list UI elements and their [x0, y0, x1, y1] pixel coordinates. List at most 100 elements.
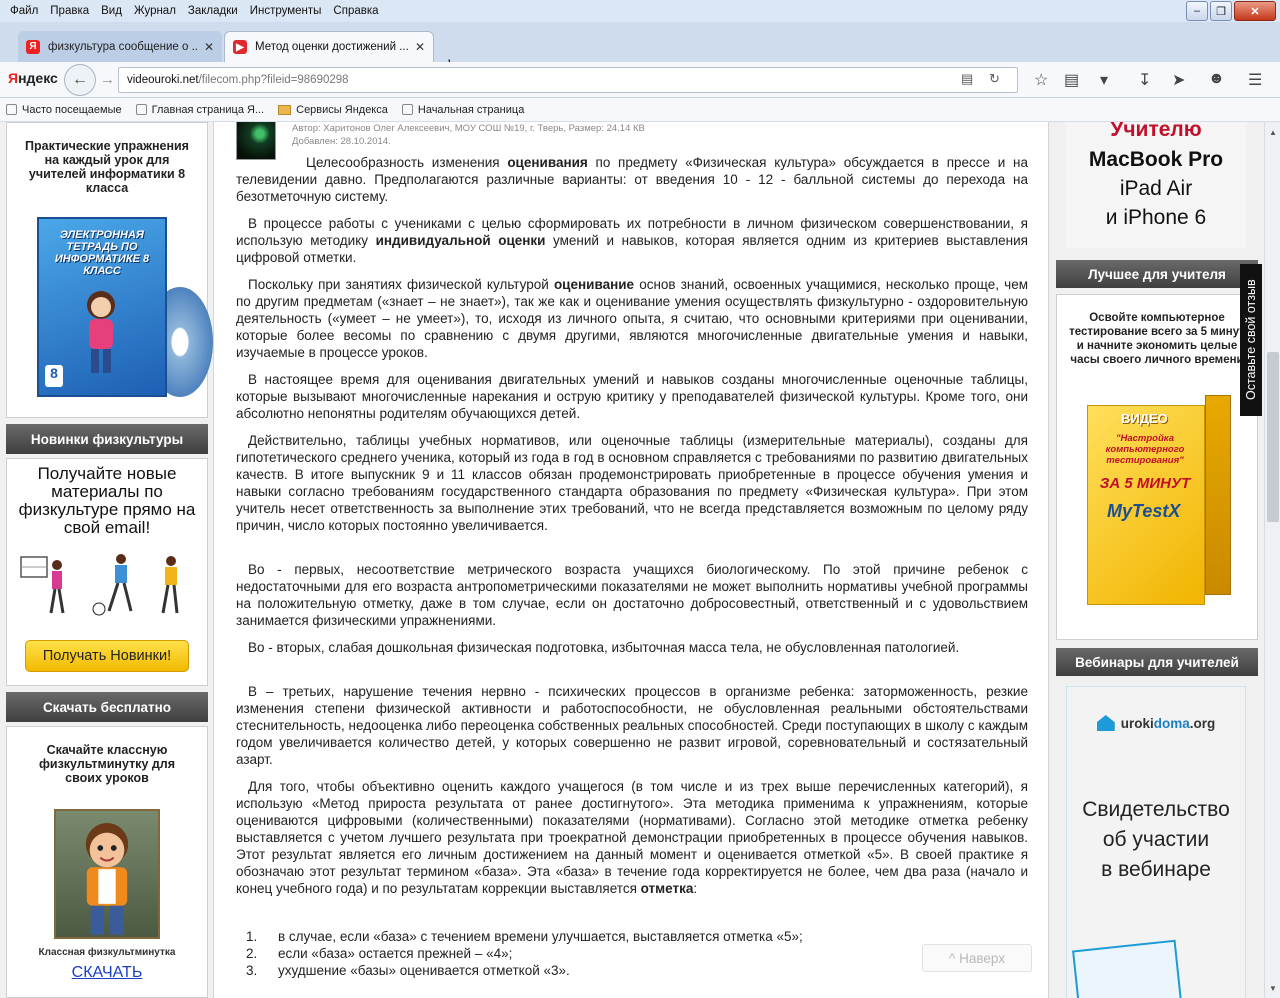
left-sidebar: Практические упражнения на каждый урок д… [0, 122, 214, 998]
menu-bar: Файл Правка Вид Журнал Закладки Инструме… [0, 0, 385, 22]
box-side [1205, 395, 1231, 595]
mytest-box-image: ВИДЕО "Настройка компьютерного тестирова… [1081, 391, 1233, 613]
list-item: 3. ухудшение «базы» оценивается отметкой … [246, 963, 570, 978]
article-date: Добавлен: 28.10.2014. [292, 136, 391, 147]
promo-ipad-label: iPad Air [1119, 177, 1193, 200]
menu-hamburger-icon[interactable]: ☰ [1248, 70, 1262, 90]
url-path: /filecom.php?fileid=98690298 [198, 74, 349, 86]
videouroki-favicon-icon: ▶ [233, 40, 247, 54]
informatics-promo[interactable]: Практические упражнения на каждый урок д… [6, 122, 213, 418]
paragraph-8: В – третьих, нарушение течения нервно - … [236, 684, 1028, 767]
paragraph-5: Действительно, таблицы учебных нормативо… [236, 433, 1028, 533]
menu-edit[interactable]: Правка [50, 5, 89, 17]
certificate-text: Свидетельство об участии в вебинаре [1082, 798, 1230, 881]
window-controls: – ❐ ✕ [1186, 1, 1276, 21]
menu-view[interactable]: Вид [101, 5, 122, 17]
right-sidebar: Учителю MacBook Pro iPad Air и iPhone 6 … [1048, 122, 1264, 998]
tab-title: физкультура сообщение о ... [48, 40, 198, 53]
paragraph-7: Во - вторых, слабая дошкольная физическа… [248, 640, 960, 655]
list-item: 2. если «база» остается прежней – «4»; [246, 946, 513, 961]
paragraph-4: В настоящее время для оценивания двигате… [236, 372, 1028, 421]
menu-bookmarks[interactable]: Закладки [188, 5, 238, 17]
boy-illustration-icon [85, 823, 129, 935]
url-host: videouroki.net [127, 74, 199, 86]
certificate-image [1072, 939, 1182, 998]
tab-fizkultura[interactable]: Я физкультура сообщение о ... ✕ [18, 31, 222, 62]
paragraph-6: Во - первых, несоответствие метрического… [236, 562, 1028, 628]
reading-list-icon[interactable]: ▤ [1064, 70, 1079, 90]
scroll-down-arrow-icon[interactable]: ▼ [1265, 980, 1280, 996]
mytest-promo[interactable]: Освойте компьютерное тестирование всего … [1056, 294, 1258, 640]
tab-method[interactable]: ▶ Метод оценки достижений ... ✕ [224, 31, 434, 62]
new-materials-header: Новинки физкультуры [6, 424, 208, 454]
bookmarks-bar: Часто посещаемые Главная страница Я... С… [0, 98, 1280, 122]
reader-view-icon[interactable]: ▤ [961, 71, 973, 87]
minimize-button[interactable]: – [1186, 1, 1208, 21]
download-link[interactable]: СКАЧАТЬ [7, 964, 207, 982]
newsletter-text: Получайте новые материалы по физкультуре… [18, 464, 196, 537]
feedback-tab[interactable]: Оставьте свой отзыв [1240, 264, 1262, 416]
yandex-logo[interactable]: Яндекс [8, 70, 58, 86]
close-tab-icon[interactable]: ✕ [204, 40, 214, 54]
menu-file[interactable]: Файл [10, 5, 38, 17]
article-author: Автор: Харитонов Олег Алексеевич, МОУ СО… [292, 123, 645, 134]
window-titlebar: Файл Правка Вид Журнал Закладки Инструме… [0, 0, 1280, 22]
macbook-promo[interactable]: Учителю MacBook Pro iPad Air и iPhone 6 [1066, 122, 1246, 248]
menu-history[interactable]: Журнал [134, 5, 176, 17]
paragraph-2: В процессе работы с учениками с целью сф… [236, 216, 1028, 265]
free-download-header: Скачать бесплатно [6, 692, 208, 722]
house-icon [1096, 715, 1115, 731]
reload-icon[interactable]: ↻ [989, 71, 1000, 87]
close-tab-icon[interactable]: ✕ [415, 40, 425, 54]
tab-title: Метод оценки достижений ... [255, 41, 409, 53]
page-icon [401, 104, 413, 115]
page-scrollbar[interactable]: ▲ ▼ [1264, 122, 1280, 998]
subscribe-button[interactable]: Получать Новинки! [25, 640, 189, 672]
menu-help[interactable]: Справка [333, 5, 378, 17]
address-bar[interactable]: videouroki.net/filecom.php?fileid=986902… [118, 67, 1018, 93]
kids-playing-illustration-icon [20, 554, 179, 616]
download-icon[interactable]: ↧ [1138, 70, 1151, 90]
chat-icon[interactable]: ☻ [1208, 70, 1225, 88]
bookmark-star-icon[interactable]: ☆ [1034, 70, 1048, 90]
bookmark-yandex-home[interactable]: Главная страница Я... [135, 104, 264, 116]
bookmark-most-visited[interactable]: Часто посещаемые [6, 104, 122, 116]
back-to-top-button[interactable]: ^ Наверх [922, 944, 1032, 972]
mytest-text: Освойте компьютерное тестирование всего … [1069, 312, 1245, 366]
webinar-promo[interactable]: uroki doma .org Свидетельство об участии в… [1066, 686, 1246, 998]
webinars-header: Вебинары для учителей [1056, 648, 1258, 676]
cartoon-boy-image[interactable] [54, 809, 160, 939]
menu-tools[interactable]: Инструменты [250, 5, 322, 17]
bookmark-icon [6, 104, 17, 115]
scroll-thumb[interactable] [1267, 352, 1279, 522]
download-title: Скачайте классную физкультминутку для св… [38, 743, 176, 785]
bookmark-yandex-services[interactable]: Сервисы Яндекса [278, 104, 388, 116]
download-caption: Классная физкультминутка [38, 947, 176, 958]
paragraph-3: Поскольку при занятиях физической культу… [236, 277, 1028, 360]
pocket-icon[interactable]: ▾ [1100, 70, 1108, 90]
promo-macbook-label: MacBook Pro [1088, 148, 1224, 171]
article-meta: Автор: Харитонов Олег Алексеевич, МОУ СО… [292, 122, 645, 148]
bookmark-start-page[interactable]: Начальная страница [401, 104, 524, 116]
list-item: 1. в случае, если «база» с течением време… [246, 929, 803, 944]
download-box: Скачайте классную физкультминутку для св… [6, 726, 208, 998]
maximize-button[interactable]: ❐ [1210, 1, 1232, 21]
cd-front: ЭЛЕКТРОННАЯ ТЕТРАДЬ ПО ИНФОРМАТИКЕ 8 КЛА… [37, 217, 167, 397]
girl-illustration-icon [87, 291, 115, 373]
send-icon[interactable]: ➤ [1172, 70, 1185, 90]
newsletter-box: Получайте новые материалы по физкультуре… [6, 458, 208, 686]
back-button[interactable]: ← [64, 64, 96, 96]
yandex-favicon-icon: Я [26, 39, 40, 54]
grading-list: 1. в случае, если «база» с течением време… [236, 928, 1028, 979]
scroll-up-arrow-icon[interactable]: ▲ [1265, 124, 1280, 140]
close-window-button[interactable]: ✕ [1234, 1, 1276, 21]
promo-iphone-label: и iPhone 6 [1105, 206, 1207, 229]
paragraph-1: Целесообразность изменения оценивания по… [236, 155, 1028, 204]
page-viewport: Практические упражнения на каждый урок д… [0, 122, 1264, 998]
navigation-bar: Яндекс ← → videouroki.net/filecom.php?fi… [0, 62, 1280, 98]
promo-title: Практические упражнения на каждый урок д… [25, 139, 189, 195]
forward-button[interactable]: → [100, 71, 115, 88]
urokidoma-logo: uroki doma .org [1067, 715, 1245, 731]
cd-cover-image[interactable]: ЭЛЕКТРОННАЯ ТЕТРАДЬ ПО ИНФОРМАТИКЕ 8 КЛА… [37, 217, 213, 397]
page-icon [135, 104, 147, 115]
